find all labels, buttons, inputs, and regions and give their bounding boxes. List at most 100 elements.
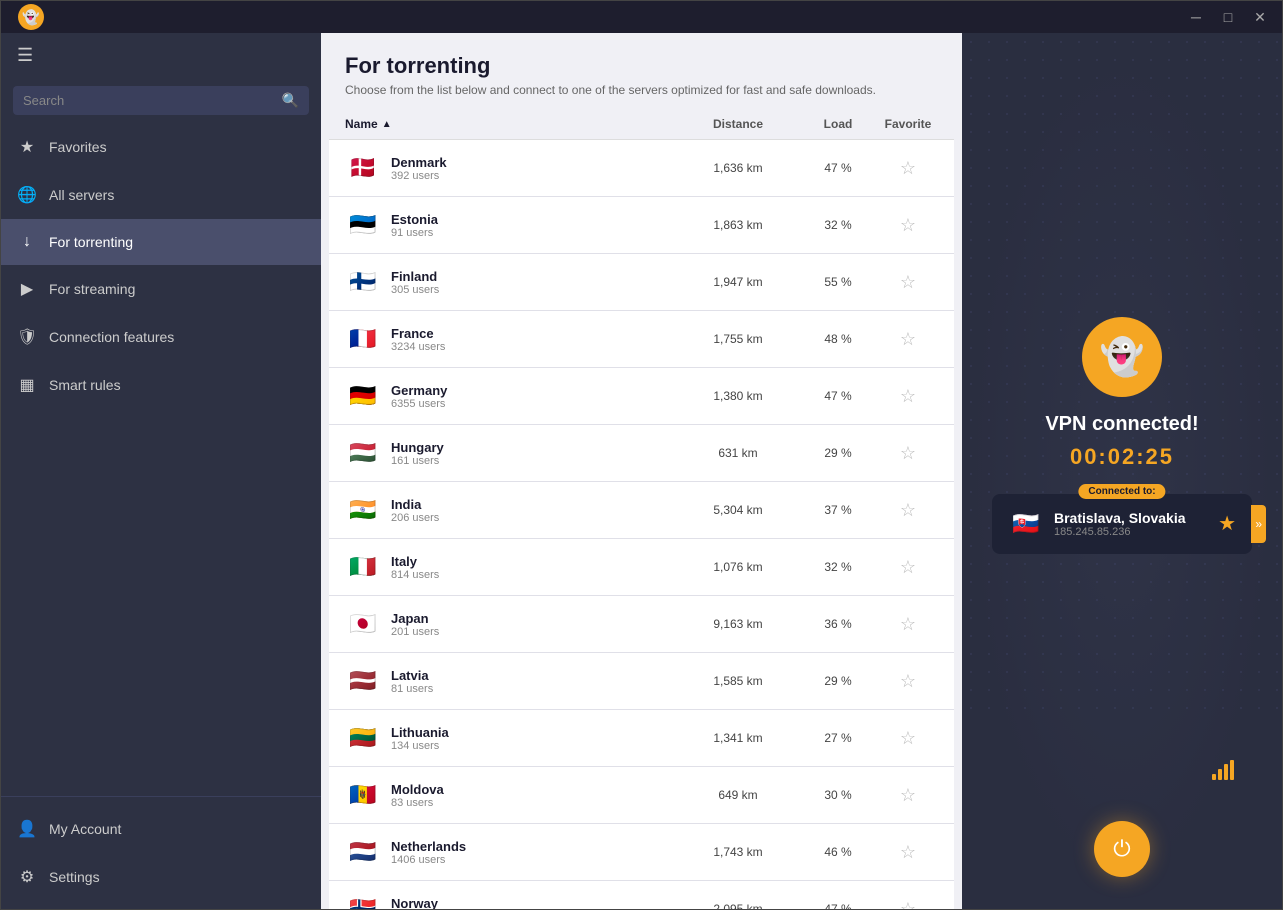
sidebar-item-label: My Account xyxy=(49,821,121,837)
server-users: 814 users xyxy=(391,569,678,581)
grid-icon: ▦ xyxy=(17,375,37,395)
table-row[interactable]: 🇱🇻 Latvia 81 users 1,585 km 29 % ☆ xyxy=(329,653,954,710)
server-info: Netherlands 1406 users xyxy=(391,839,678,866)
server-favorite-star[interactable]: ☆ xyxy=(878,785,938,806)
server-distance: 1,585 km xyxy=(678,674,798,688)
sidebar-item-connection-features[interactable]: 🛡 Connection features xyxy=(1,313,321,361)
table-row[interactable]: 🇱🇹 Lithuania 134 users 1,341 km 27 % ☆ xyxy=(329,710,954,767)
expand-button[interactable]: » xyxy=(1251,505,1266,543)
table-row[interactable]: 🇪🇪 Estonia 91 users 1,863 km 32 % ☆ xyxy=(329,197,954,254)
connected-flag: 🇸🇰 xyxy=(1008,506,1044,542)
server-table: Name ▲ Distance Load Favorite 🇩🇰 Denmark… xyxy=(321,109,962,909)
server-load: 46 % xyxy=(798,845,878,859)
server-name: Norway xyxy=(391,896,678,910)
favorites-icon: ★ xyxy=(17,137,37,157)
flag-icon: 🇫🇷 xyxy=(345,321,381,357)
connected-favorite-star[interactable]: ★ xyxy=(1218,511,1236,536)
table-row[interactable]: 🇭🇺 Hungary 161 users 631 km 29 % ☆ xyxy=(329,425,954,482)
minimize-button[interactable]: ─ xyxy=(1182,7,1210,27)
server-users: 3234 users xyxy=(391,341,678,353)
table-row[interactable]: 🇲🇩 Moldova 83 users 649 km 30 % ☆ xyxy=(329,767,954,824)
flag-icon: 🇭🇺 xyxy=(345,435,381,471)
table-row[interactable]: 🇮🇹 Italy 814 users 1,076 km 32 % ☆ xyxy=(329,539,954,596)
search-container: 🔍 xyxy=(13,86,309,115)
server-users: 206 users xyxy=(391,512,678,524)
table-row[interactable]: 🇳🇱 Netherlands 1406 users 1,743 km 46 % … xyxy=(329,824,954,881)
vpn-status-area: 👻 VPN connected! 00:02:25 Connected to: … xyxy=(992,33,1252,797)
flag-icon: 🇩🇪 xyxy=(345,378,381,414)
server-users: 1406 users xyxy=(391,854,678,866)
table-row[interactable]: 🇫🇮 Finland 305 users 1,947 km 55 % ☆ xyxy=(329,254,954,311)
server-distance: 1,755 km xyxy=(678,332,798,346)
globe-icon: 🌐 xyxy=(17,185,37,205)
server-favorite-star[interactable]: ☆ xyxy=(878,899,938,910)
server-name: Moldova xyxy=(391,782,678,797)
server-distance: 631 km xyxy=(678,446,798,460)
server-favorite-star[interactable]: ☆ xyxy=(878,215,938,236)
sidebar-item-settings[interactable]: ⚙ Settings xyxy=(1,853,321,901)
column-header-name[interactable]: Name ▲ xyxy=(345,117,678,131)
server-load: 47 % xyxy=(798,161,878,175)
table-row[interactable]: 🇳🇴 Norway 396 users 2,095 km 47 % ☆ xyxy=(329,881,954,909)
server-name: Estonia xyxy=(391,212,678,227)
server-favorite-star[interactable]: ☆ xyxy=(878,158,938,179)
server-favorite-star[interactable]: ☆ xyxy=(878,329,938,350)
close-button[interactable]: ✕ xyxy=(1246,7,1274,27)
sidebar-item-all-servers[interactable]: 🌐 All servers xyxy=(1,171,321,219)
server-load: 30 % xyxy=(798,788,878,802)
play-icon: ▶ xyxy=(17,279,37,299)
server-favorite-star[interactable]: ☆ xyxy=(878,614,938,635)
hamburger-icon[interactable]: ☰ xyxy=(17,45,33,66)
server-users: 305 users xyxy=(391,284,678,296)
sidebar-item-for-torrenting[interactable]: ↓ For torrenting xyxy=(1,219,321,265)
sidebar-item-label: Connection features xyxy=(49,329,174,345)
server-favorite-star[interactable]: ☆ xyxy=(878,500,938,521)
flag-icon: 🇱🇹 xyxy=(345,720,381,756)
server-name: Hungary xyxy=(391,440,678,455)
page-subtitle: Choose from the list below and connect t… xyxy=(345,83,938,97)
server-favorite-star[interactable]: ☆ xyxy=(878,842,938,863)
server-distance: 1,636 km xyxy=(678,161,798,175)
sidebar-header: ☰ xyxy=(1,33,321,78)
server-info: Germany 6355 users xyxy=(391,383,678,410)
server-load: 47 % xyxy=(798,902,878,909)
power-icon: ⏻ xyxy=(1113,836,1130,862)
sidebar-nav: ★ Favorites 🌐 All servers ↓ For torrenti… xyxy=(1,123,321,796)
sort-arrow-icon: ▲ xyxy=(382,119,392,130)
maximize-button[interactable]: □ xyxy=(1214,7,1242,27)
server-users: 201 users xyxy=(391,626,678,638)
server-info: Norway 396 users xyxy=(391,896,678,910)
table-row[interactable]: 🇮🇳 India 206 users 5,304 km 37 % ☆ xyxy=(329,482,954,539)
server-favorite-star[interactable]: ☆ xyxy=(878,272,938,293)
server-favorite-star[interactable]: ☆ xyxy=(878,728,938,749)
server-favorite-star[interactable]: ☆ xyxy=(878,386,938,407)
flag-icon: 🇮🇹 xyxy=(345,549,381,585)
server-favorite-star[interactable]: ☆ xyxy=(878,443,938,464)
power-button-area: ⏻ xyxy=(1094,797,1150,909)
server-info: Latvia 81 users xyxy=(391,668,678,695)
vpn-timer: 00:02:25 xyxy=(1070,444,1174,470)
server-info: Lithuania 134 users xyxy=(391,725,678,752)
sidebar-item-label: For streaming xyxy=(49,281,135,297)
server-distance: 5,304 km xyxy=(678,503,798,517)
search-input[interactable] xyxy=(23,93,274,108)
table-row[interactable]: 🇫🇷 France 3234 users 1,755 km 48 % ☆ xyxy=(329,311,954,368)
server-name: Latvia xyxy=(391,668,678,683)
sidebar-item-my-account[interactable]: 👤 My Account xyxy=(1,805,321,853)
sidebar-item-for-streaming[interactable]: ▶ For streaming xyxy=(1,265,321,313)
sidebar-item-smart-rules[interactable]: ▦ Smart rules xyxy=(1,361,321,409)
table-row[interactable]: 🇩🇪 Germany 6355 users 1,380 km 47 % ☆ xyxy=(329,368,954,425)
column-header-load: Load xyxy=(798,117,878,131)
server-favorite-star[interactable]: ☆ xyxy=(878,557,938,578)
connected-city: Bratislava, Slovakia xyxy=(1054,510,1208,526)
flag-icon: 🇱🇻 xyxy=(345,663,381,699)
server-name: Lithuania xyxy=(391,725,678,740)
server-favorite-star[interactable]: ☆ xyxy=(878,671,938,692)
sidebar-item-favorites[interactable]: ★ Favorites xyxy=(1,123,321,171)
table-row[interactable]: 🇩🇰 Denmark 392 users 1,636 km 47 % ☆ xyxy=(329,140,954,197)
server-info: France 3234 users xyxy=(391,326,678,353)
table-row[interactable]: 🇯🇵 Japan 201 users 9,163 km 36 % ☆ xyxy=(329,596,954,653)
power-button[interactable]: ⏻ xyxy=(1094,821,1150,877)
server-info: Italy 814 users xyxy=(391,554,678,581)
server-users: 134 users xyxy=(391,740,678,752)
